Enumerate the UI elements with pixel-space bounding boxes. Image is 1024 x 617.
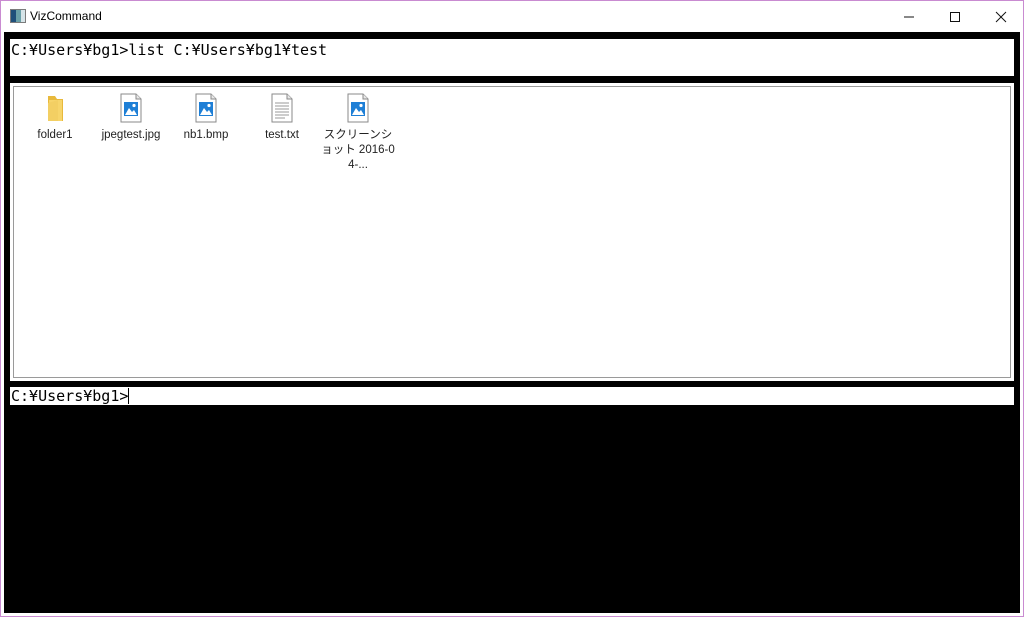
window-title: VizCommand [30, 9, 102, 23]
file-label: folder1 [37, 129, 73, 141]
app-window: VizCommand C:¥Users¥bg1>list C:¥Users¥bg… [0, 0, 1024, 617]
maximize-button[interactable] [932, 1, 978, 32]
command-text: C:¥Users¥bg1>list C:¥Users¥bg1¥test [11, 41, 328, 59]
app-icon [10, 9, 26, 23]
file-label: スクリーンショット 2016-04-... [321, 129, 395, 171]
image-file-icon [347, 93, 369, 123]
folder-icon [48, 96, 63, 121]
file-label: nb1.bmp [183, 129, 229, 141]
image-file-icon [195, 93, 217, 123]
file-item-test-txt[interactable]: test.txt [244, 93, 320, 143]
maximize-icon [950, 11, 960, 22]
image-file-icon [120, 93, 142, 123]
command-history-box: C:¥Users¥bg1>list C:¥Users¥bg1¥test [10, 39, 1014, 76]
title-bar[interactable]: VizCommand [1, 1, 1023, 32]
file-item-nb1[interactable]: nb1.bmp [168, 93, 244, 143]
text-caret [128, 388, 130, 404]
file-list-panel: folder1 jpegtest.jpg nb1.bmp test.txt スク… [10, 83, 1014, 381]
file-label: jpegtest.jpg [101, 129, 161, 141]
file-item-screenshot[interactable]: スクリーンショット 2016-04-... [320, 93, 396, 173]
file-item-jpegtest[interactable]: jpegtest.jpg [93, 93, 169, 143]
prompt-label: C:¥Users¥bg1> [11, 387, 129, 405]
minimize-button[interactable] [886, 1, 932, 32]
file-item-folder1[interactable]: folder1 [17, 93, 93, 143]
command-input[interactable]: C:¥Users¥bg1> [10, 387, 1014, 405]
prompt-text: C:¥Users¥bg1> [11, 387, 130, 405]
close-icon [995, 11, 1007, 22]
text-file-icon [271, 93, 293, 123]
console-area: C:¥Users¥bg1>list C:¥Users¥bg1¥test fold… [4, 32, 1020, 613]
file-list[interactable]: folder1 jpegtest.jpg nb1.bmp test.txt スク… [13, 86, 1011, 378]
file-label: test.txt [265, 129, 299, 141]
minimize-icon [904, 16, 914, 17]
close-button[interactable] [978, 1, 1024, 32]
